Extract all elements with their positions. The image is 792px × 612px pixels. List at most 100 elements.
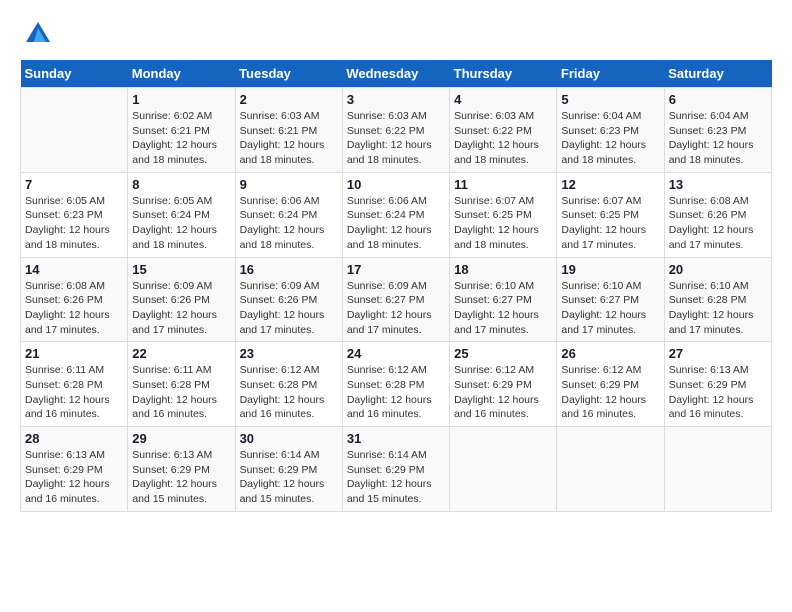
day-number: 3 bbox=[347, 92, 445, 107]
calendar-cell: 30 Sunrise: 6:14 AM Sunset: 6:29 PM Dayli… bbox=[235, 427, 342, 512]
day-info: Sunrise: 6:06 AM Sunset: 6:24 PM Dayligh… bbox=[347, 194, 445, 253]
calendar-cell: 25 Sunrise: 6:12 AM Sunset: 6:29 PM Dayli… bbox=[450, 342, 557, 427]
logo bbox=[20, 20, 52, 50]
calendar-cell bbox=[557, 427, 664, 512]
calendar-cell: 19 Sunrise: 6:10 AM Sunset: 6:27 PM Dayli… bbox=[557, 257, 664, 342]
calendar-cell bbox=[664, 427, 771, 512]
calendar-cell: 29 Sunrise: 6:13 AM Sunset: 6:29 PM Dayli… bbox=[128, 427, 235, 512]
calendar-table: SundayMondayTuesdayWednesdayThursdayFrid… bbox=[20, 60, 772, 512]
day-info: Sunrise: 6:09 AM Sunset: 6:26 PM Dayligh… bbox=[132, 279, 230, 338]
day-info: Sunrise: 6:12 AM Sunset: 6:28 PM Dayligh… bbox=[347, 363, 445, 422]
day-info: Sunrise: 6:09 AM Sunset: 6:27 PM Dayligh… bbox=[347, 279, 445, 338]
header-day-tuesday: Tuesday bbox=[235, 60, 342, 88]
day-number: 22 bbox=[132, 346, 230, 361]
header bbox=[20, 20, 772, 50]
day-number: 23 bbox=[240, 346, 338, 361]
header-day-wednesday: Wednesday bbox=[342, 60, 449, 88]
day-number: 9 bbox=[240, 177, 338, 192]
day-info: Sunrise: 6:14 AM Sunset: 6:29 PM Dayligh… bbox=[240, 448, 338, 507]
calendar-cell: 3 Sunrise: 6:03 AM Sunset: 6:22 PM Daylig… bbox=[342, 88, 449, 173]
day-info: Sunrise: 6:11 AM Sunset: 6:28 PM Dayligh… bbox=[132, 363, 230, 422]
day-number: 20 bbox=[669, 262, 767, 277]
day-info: Sunrise: 6:08 AM Sunset: 6:26 PM Dayligh… bbox=[25, 279, 123, 338]
calendar-cell: 23 Sunrise: 6:12 AM Sunset: 6:28 PM Dayli… bbox=[235, 342, 342, 427]
calendar-cell: 2 Sunrise: 6:03 AM Sunset: 6:21 PM Daylig… bbox=[235, 88, 342, 173]
day-number: 21 bbox=[25, 346, 123, 361]
day-number: 29 bbox=[132, 431, 230, 446]
day-number: 26 bbox=[561, 346, 659, 361]
day-number: 27 bbox=[669, 346, 767, 361]
calendar-cell: 24 Sunrise: 6:12 AM Sunset: 6:28 PM Dayli… bbox=[342, 342, 449, 427]
day-info: Sunrise: 6:12 AM Sunset: 6:28 PM Dayligh… bbox=[240, 363, 338, 422]
calendar-cell: 21 Sunrise: 6:11 AM Sunset: 6:28 PM Dayli… bbox=[21, 342, 128, 427]
day-number: 1 bbox=[132, 92, 230, 107]
day-number: 7 bbox=[25, 177, 123, 192]
day-number: 15 bbox=[132, 262, 230, 277]
day-info: Sunrise: 6:03 AM Sunset: 6:21 PM Dayligh… bbox=[240, 109, 338, 168]
day-number: 12 bbox=[561, 177, 659, 192]
day-number: 8 bbox=[132, 177, 230, 192]
day-info: Sunrise: 6:07 AM Sunset: 6:25 PM Dayligh… bbox=[454, 194, 552, 253]
day-info: Sunrise: 6:03 AM Sunset: 6:22 PM Dayligh… bbox=[454, 109, 552, 168]
day-info: Sunrise: 6:13 AM Sunset: 6:29 PM Dayligh… bbox=[25, 448, 123, 507]
calendar-cell: 17 Sunrise: 6:09 AM Sunset: 6:27 PM Dayli… bbox=[342, 257, 449, 342]
calendar-body: 1 Sunrise: 6:02 AM Sunset: 6:21 PM Daylig… bbox=[21, 88, 772, 512]
day-number: 18 bbox=[454, 262, 552, 277]
day-number: 28 bbox=[25, 431, 123, 446]
day-info: Sunrise: 6:05 AM Sunset: 6:24 PM Dayligh… bbox=[132, 194, 230, 253]
calendar-cell: 9 Sunrise: 6:06 AM Sunset: 6:24 PM Daylig… bbox=[235, 172, 342, 257]
day-info: Sunrise: 6:13 AM Sunset: 6:29 PM Dayligh… bbox=[669, 363, 767, 422]
day-number: 30 bbox=[240, 431, 338, 446]
calendar-cell: 16Sunrise: 6:09 AM Sunset: 6:26 PM Dayli… bbox=[235, 257, 342, 342]
week-row-4: 21 Sunrise: 6:11 AM Sunset: 6:28 PM Dayli… bbox=[21, 342, 772, 427]
calendar-cell: 13Sunrise: 6:08 AM Sunset: 6:26 PM Dayli… bbox=[664, 172, 771, 257]
calendar-cell bbox=[450, 427, 557, 512]
day-info: Sunrise: 6:14 AM Sunset: 6:29 PM Dayligh… bbox=[347, 448, 445, 507]
day-info: Sunrise: 6:05 AM Sunset: 6:23 PM Dayligh… bbox=[25, 194, 123, 253]
day-number: 14 bbox=[25, 262, 123, 277]
calendar-cell: 5Sunrise: 6:04 AM Sunset: 6:23 PM Daylig… bbox=[557, 88, 664, 173]
calendar-header: SundayMondayTuesdayWednesdayThursdayFrid… bbox=[21, 60, 772, 88]
calendar-cell: 26Sunrise: 6:12 AM Sunset: 6:29 PM Dayli… bbox=[557, 342, 664, 427]
day-info: Sunrise: 6:04 AM Sunset: 6:23 PM Dayligh… bbox=[669, 109, 767, 168]
day-number: 19 bbox=[561, 262, 659, 277]
calendar-cell: 28 Sunrise: 6:13 AM Sunset: 6:29 PM Dayli… bbox=[21, 427, 128, 512]
calendar-cell: 6 Sunrise: 6:04 AM Sunset: 6:23 PM Daylig… bbox=[664, 88, 771, 173]
calendar-cell bbox=[21, 88, 128, 173]
calendar-cell: 1 Sunrise: 6:02 AM Sunset: 6:21 PM Daylig… bbox=[128, 88, 235, 173]
day-number: 16 bbox=[240, 262, 338, 277]
calendar-cell: 12Sunrise: 6:07 AM Sunset: 6:25 PM Dayli… bbox=[557, 172, 664, 257]
calendar-cell: 8 Sunrise: 6:05 AM Sunset: 6:24 PM Daylig… bbox=[128, 172, 235, 257]
header-day-thursday: Thursday bbox=[450, 60, 557, 88]
calendar-cell: 14 Sunrise: 6:08 AM Sunset: 6:26 PM Dayli… bbox=[21, 257, 128, 342]
week-row-2: 7 Sunrise: 6:05 AM Sunset: 6:23 PM Daylig… bbox=[21, 172, 772, 257]
day-info: Sunrise: 6:10 AM Sunset: 6:27 PM Dayligh… bbox=[561, 279, 659, 338]
calendar-cell: 20 Sunrise: 6:10 AM Sunset: 6:28 PM Dayli… bbox=[664, 257, 771, 342]
week-row-1: 1 Sunrise: 6:02 AM Sunset: 6:21 PM Daylig… bbox=[21, 88, 772, 173]
day-info: Sunrise: 6:02 AM Sunset: 6:21 PM Dayligh… bbox=[132, 109, 230, 168]
day-info: Sunrise: 6:11 AM Sunset: 6:28 PM Dayligh… bbox=[25, 363, 123, 422]
calendar-cell: 27 Sunrise: 6:13 AM Sunset: 6:29 PM Dayli… bbox=[664, 342, 771, 427]
week-row-5: 28 Sunrise: 6:13 AM Sunset: 6:29 PM Dayli… bbox=[21, 427, 772, 512]
day-number: 4 bbox=[454, 92, 552, 107]
day-number: 25 bbox=[454, 346, 552, 361]
day-number: 2 bbox=[240, 92, 338, 107]
day-number: 24 bbox=[347, 346, 445, 361]
day-info: Sunrise: 6:03 AM Sunset: 6:22 PM Dayligh… bbox=[347, 109, 445, 168]
header-day-monday: Monday bbox=[128, 60, 235, 88]
week-row-3: 14 Sunrise: 6:08 AM Sunset: 6:26 PM Dayli… bbox=[21, 257, 772, 342]
day-number: 13 bbox=[669, 177, 767, 192]
calendar-cell: 10Sunrise: 6:06 AM Sunset: 6:24 PM Dayli… bbox=[342, 172, 449, 257]
day-info: Sunrise: 6:12 AM Sunset: 6:29 PM Dayligh… bbox=[454, 363, 552, 422]
day-number: 17 bbox=[347, 262, 445, 277]
day-number: 11 bbox=[454, 177, 552, 192]
calendar-cell: 7 Sunrise: 6:05 AM Sunset: 6:23 PM Daylig… bbox=[21, 172, 128, 257]
calendar-cell: 31Sunrise: 6:14 AM Sunset: 6:29 PM Dayli… bbox=[342, 427, 449, 512]
calendar-cell: 22 Sunrise: 6:11 AM Sunset: 6:28 PM Dayli… bbox=[128, 342, 235, 427]
day-number: 5 bbox=[561, 92, 659, 107]
day-number: 6 bbox=[669, 92, 767, 107]
day-info: Sunrise: 6:10 AM Sunset: 6:28 PM Dayligh… bbox=[669, 279, 767, 338]
day-info: Sunrise: 6:13 AM Sunset: 6:29 PM Dayligh… bbox=[132, 448, 230, 507]
day-info: Sunrise: 6:06 AM Sunset: 6:24 PM Dayligh… bbox=[240, 194, 338, 253]
calendar-cell: 18Sunrise: 6:10 AM Sunset: 6:27 PM Dayli… bbox=[450, 257, 557, 342]
